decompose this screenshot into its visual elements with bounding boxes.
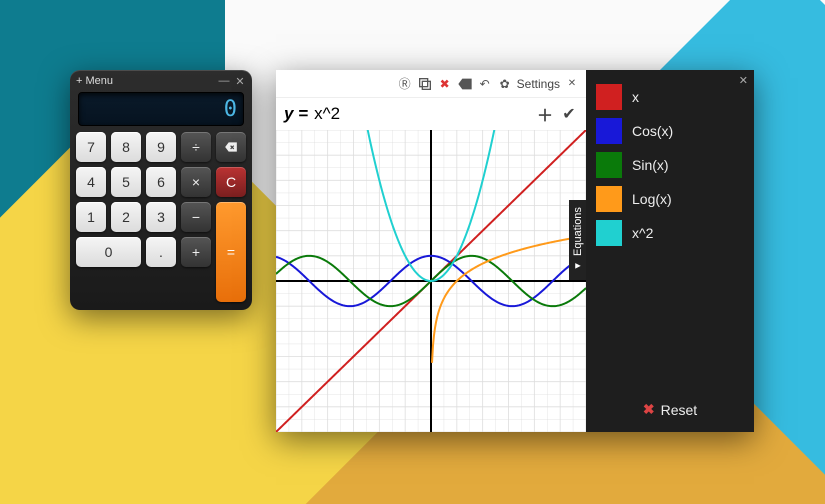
key-subtract[interactable]: − — [181, 202, 211, 232]
key-equals[interactable]: = — [216, 202, 246, 302]
color-swatch — [596, 220, 622, 246]
registered-icon[interactable]: Ⓡ — [397, 76, 413, 92]
key-5[interactable]: 5 — [111, 167, 141, 197]
equation-input[interactable]: x^2 — [314, 104, 530, 124]
undo-icon[interactable]: ↶ — [477, 76, 493, 92]
key-7[interactable]: 7 — [76, 132, 106, 162]
color-swatch — [596, 84, 622, 110]
graph-canvas[interactable]: ◂Equations — [276, 130, 586, 432]
backspace-icon[interactable] — [216, 132, 246, 162]
calculator-titlebar[interactable]: + Menu — ✕ — [70, 70, 252, 92]
key-decimal[interactable]: . — [146, 237, 176, 267]
equation-input-row: y = x^2 ＋ ✔ — [276, 98, 586, 130]
graph-toolbar: Ⓡ ✖ ↶ ✿ Settings ✕ — [276, 70, 586, 98]
key-6[interactable]: 6 — [146, 167, 176, 197]
key-4[interactable]: 4 — [76, 167, 106, 197]
minimize-icon[interactable]: — — [218, 75, 230, 87]
equation-item[interactable]: x^2 — [596, 218, 744, 248]
key-add[interactable]: + — [181, 237, 211, 267]
key-2[interactable]: 2 — [111, 202, 141, 232]
color-swatch — [596, 152, 622, 178]
key-0[interactable]: 0 — [76, 237, 141, 267]
reset-label: Reset — [661, 402, 698, 418]
confirm-equation-icon[interactable]: ✔ — [560, 105, 578, 123]
gear-icon[interactable]: ✿ — [497, 76, 513, 92]
color-swatch — [596, 118, 622, 144]
equation-prefix: y = — [284, 104, 308, 124]
calculator-window: + Menu — ✕ 0 7 8 9 ÷ 4 5 6 × C 1 2 3 − =… — [70, 70, 252, 310]
graph-window: Ⓡ ✖ ↶ ✿ Settings ✕ y = x^2 ＋ ✔ ◂Equation… — [276, 70, 754, 432]
key-3[interactable]: 3 — [146, 202, 176, 232]
key-multiply[interactable]: × — [181, 167, 211, 197]
settings-label[interactable]: Settings — [517, 77, 560, 91]
reset-x-icon: ✖ — [643, 401, 655, 418]
equations-tab[interactable]: ◂Equations — [569, 200, 587, 280]
erase-icon[interactable] — [457, 76, 473, 92]
key-8[interactable]: 8 — [111, 132, 141, 162]
add-equation-icon[interactable]: ＋ — [536, 105, 554, 123]
equation-item[interactable]: Cos(x) — [596, 116, 744, 146]
panel-close-icon[interactable]: ✕ — [739, 74, 748, 87]
equation-item[interactable]: x — [596, 82, 744, 112]
equation-label: Sin(x) — [632, 157, 669, 173]
delete-icon[interactable]: ✖ — [437, 76, 453, 92]
key-9[interactable]: 9 — [146, 132, 176, 162]
key-divide[interactable]: ÷ — [181, 132, 211, 162]
key-clear[interactable]: C — [216, 167, 246, 197]
calculator-menu-label[interactable]: + Menu — [76, 75, 113, 87]
reset-button[interactable]: ✖ Reset — [586, 391, 754, 432]
calculator-display: 0 — [78, 92, 244, 126]
close-icon[interactable]: ✕ — [234, 75, 246, 87]
equations-panel: ✕ x Cos(x) Sin(x) Log(x) x^2 ✖ Reset — [586, 70, 754, 432]
color-swatch — [596, 186, 622, 212]
copy-icon[interactable] — [417, 76, 433, 92]
key-1[interactable]: 1 — [76, 202, 106, 232]
equation-item[interactable]: Sin(x) — [596, 150, 744, 180]
equation-label: x — [632, 89, 639, 105]
equation-label: Cos(x) — [632, 123, 673, 139]
equation-label: Log(x) — [632, 191, 672, 207]
equation-label: x^2 — [632, 225, 653, 241]
close-tab-icon[interactable]: ✕ — [564, 76, 580, 92]
equation-item[interactable]: Log(x) — [596, 184, 744, 214]
